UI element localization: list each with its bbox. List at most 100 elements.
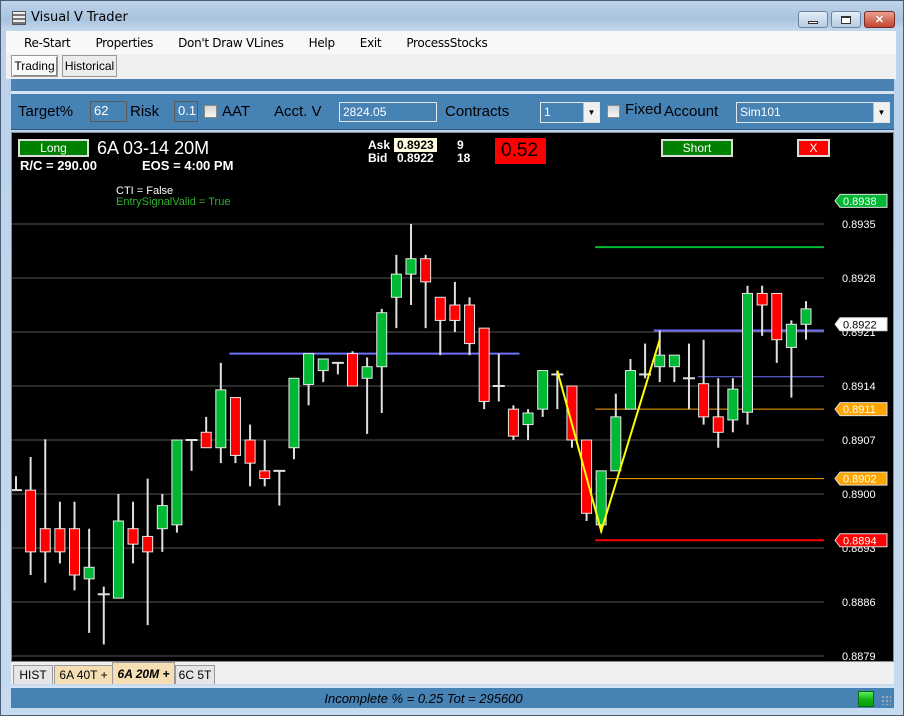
bid-price: 0.8922	[397, 151, 434, 165]
minimize-button[interactable]	[798, 11, 828, 28]
candle-body	[698, 383, 710, 418]
candle	[478, 327, 490, 410]
account-dropdown[interactable]: Sim101 ▼	[736, 102, 890, 123]
candle	[537, 370, 549, 417]
candle	[112, 494, 124, 599]
candle	[668, 354, 680, 383]
candle-body	[654, 354, 666, 368]
candle-body	[449, 304, 461, 321]
candlestick-chart[interactable]: 0.89350.89280.89210.89140.89070.89000.88…	[12, 133, 894, 662]
menu-restart[interactable]: Re-Start	[6, 36, 78, 50]
candle-body	[288, 377, 300, 449]
candle-body	[405, 258, 417, 275]
candle	[127, 501, 139, 564]
candle	[171, 439, 183, 533]
candle	[654, 330, 666, 383]
candle-body	[215, 389, 227, 449]
menu-dont-draw-vlines[interactable]: Don't Draw VLines	[161, 36, 292, 50]
y-tick-label: 0.8935	[842, 219, 876, 231]
candle	[492, 353, 505, 402]
app-icon	[12, 11, 26, 25]
risk-input[interactable]: 0.1	[174, 101, 198, 122]
fixed-checkbox[interactable]	[607, 105, 620, 118]
menu-process-stocks[interactable]: ProcessStocks	[389, 36, 495, 50]
title-bar[interactable]: Visual V Trader ✕	[1, 1, 903, 31]
chevron-down-icon[interactable]: ▼	[873, 103, 889, 122]
y-tick-label: 0.8907	[842, 435, 876, 447]
entry-signal-label: EntrySignalValid = True	[116, 196, 231, 208]
candle	[288, 377, 300, 460]
target-input[interactable]: 62	[90, 101, 127, 122]
y-tick-label: 0.8900	[842, 489, 876, 501]
candle	[800, 301, 812, 340]
candle-body	[464, 304, 476, 345]
aat-checkbox[interactable]	[204, 105, 217, 118]
candle-body	[142, 535, 154, 553]
menu-help[interactable]: Help	[292, 36, 343, 50]
tab-6a-40t[interactable]: 6A 40T +	[54, 665, 113, 684]
maximize-button[interactable]	[831, 11, 861, 28]
candle	[83, 528, 95, 633]
candle-body	[83, 566, 95, 580]
status-led-icon	[858, 691, 874, 707]
menu-exit[interactable]: Exit	[343, 36, 390, 50]
ask-price: 0.8923	[394, 138, 437, 152]
candle	[507, 405, 519, 441]
candle-body	[244, 439, 256, 464]
header-band	[11, 79, 894, 91]
candle	[39, 439, 51, 583]
close-position-button[interactable]: X	[797, 139, 830, 157]
candle-body	[771, 292, 783, 341]
historical-button[interactable]: Historical	[62, 55, 117, 77]
candle-body	[376, 312, 388, 368]
maximize-icon	[841, 15, 851, 24]
candle	[624, 359, 636, 410]
candle-body	[800, 308, 812, 325]
candle	[97, 586, 110, 645]
candle	[405, 224, 417, 306]
target-label: Target%	[18, 103, 74, 120]
candle	[464, 297, 476, 356]
resize-grip-icon[interactable]	[881, 695, 891, 705]
candle-body	[127, 528, 139, 545]
status-text: Incomplete % = 0.25 Tot = 295600	[324, 691, 523, 706]
contracts-dropdown[interactable]: 1 ▼	[540, 102, 600, 123]
menu-bar: Re-Start Properties Don't Draw VLines He…	[6, 31, 896, 54]
y-tick-label: 0.8879	[842, 651, 876, 662]
short-button[interactable]: Short	[661, 139, 733, 157]
candle-body	[303, 353, 315, 385]
candle	[229, 397, 241, 464]
candle	[303, 353, 315, 406]
ask-size: 9	[457, 138, 464, 152]
instrument-label: 6A 03-14 20M	[97, 138, 210, 158]
candle	[273, 469, 286, 506]
candle	[742, 285, 753, 425]
candle	[361, 357, 373, 434]
long-button[interactable]: Long	[18, 139, 89, 157]
tab-hist[interactable]: HIST	[13, 665, 53, 684]
candle	[449, 281, 461, 333]
tab-6c-5t[interactable]: 6C 5T	[175, 665, 215, 684]
candle-body	[434, 296, 446, 321]
candle-body	[390, 273, 402, 298]
acct-value-input[interactable]: 2824.05	[339, 102, 437, 122]
ask-label: Ask	[368, 138, 391, 152]
menu-properties[interactable]: Properties	[78, 36, 161, 50]
candle-body	[756, 292, 768, 306]
close-window-button[interactable]: ✕	[864, 11, 895, 28]
price-marker-label: 0.8911	[843, 404, 876, 416]
y-tick-label: 0.8886	[842, 597, 876, 609]
candle	[771, 292, 783, 363]
chevron-down-icon[interactable]: ▼	[583, 103, 599, 122]
tab-6a-20m[interactable]: 6A 20M +	[112, 662, 175, 684]
y-tick-label: 0.8928	[842, 273, 876, 285]
candle	[25, 456, 37, 576]
candle-body	[507, 408, 519, 437]
trading-button[interactable]: Trading	[11, 55, 58, 77]
candle	[434, 296, 446, 356]
window-title: Visual V Trader	[31, 10, 128, 25]
bid-label: Bid	[368, 151, 388, 165]
candle-body	[259, 470, 271, 480]
price-chart[interactable]: 0.8935 0.8928 0.8921 0.8914 0.8907 0.8900 0.88…	[11, 132, 894, 662]
candle	[244, 424, 256, 487]
